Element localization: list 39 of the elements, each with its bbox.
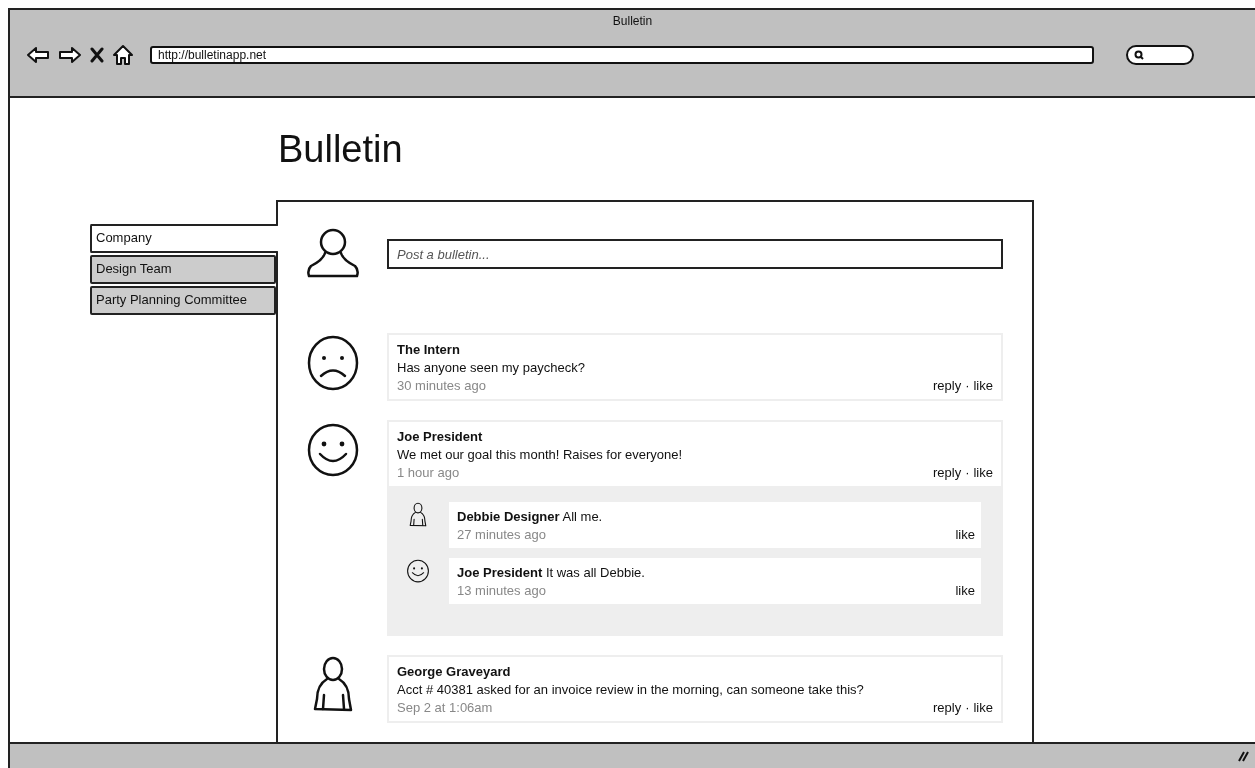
address-field[interactable]: http://bulletinapp.net <box>150 46 1094 64</box>
timestamp: 1 hour ago <box>397 464 460 482</box>
author-name: The Intern <box>397 341 461 359</box>
post-field[interactable]: Post a bulletin... <box>387 239 1003 269</box>
post-text: Acct # 40381 asked for an invoice review in the morning, can someone take this? <box>397 681 865 699</box>
separator: · <box>965 377 970 395</box>
reply-link[interactable]: reply <box>932 377 962 395</box>
like-link[interactable]: like <box>973 699 993 717</box>
back-arrow-icon[interactable] <box>26 45 50 65</box>
tab[interactable]: Party Planning Committee <box>90 286 276 315</box>
tab[interactable]: Design Team <box>90 255 276 284</box>
search-icon <box>1134 50 1144 60</box>
reply-text: Debbie Designer All me. <box>457 508 604 526</box>
reply-link[interactable]: reply <box>932 699 962 717</box>
timestamp: 27 minutes ago <box>457 526 546 544</box>
home-icon[interactable] <box>112 44 134 66</box>
smiley-face-icon <box>405 558 431 584</box>
post-text: We met our goal this month! Raises for everyone! <box>397 446 684 464</box>
author-name: Joe President <box>397 428 484 446</box>
like-link[interactable]: like <box>955 582 975 600</box>
close-icon[interactable] <box>90 47 104 63</box>
timestamp: Sep 2 at 1:06am <box>397 699 493 717</box>
timestamp: 13 minutes ago <box>457 582 546 600</box>
separator: · <box>965 699 970 717</box>
separator: · <box>965 464 970 482</box>
reply-text: Joe President It was all Debbie. <box>457 564 646 582</box>
resize-grip-icon[interactable] <box>1237 750 1249 762</box>
reply-link[interactable]: reply <box>932 464 962 482</box>
timestamp: 30 minutes ago <box>397 377 486 395</box>
search-field[interactable] <box>1126 45 1194 65</box>
post-text: Has anyone seen my paycheck? <box>397 359 586 377</box>
forward-arrow-icon[interactable] <box>58 45 82 65</box>
tab[interactable]: Company <box>90 224 278 253</box>
author-name: George Graveyard <box>397 663 512 681</box>
window-title: Bulletin <box>612 13 653 30</box>
page-heading: Bulletin <box>278 128 403 172</box>
like-link[interactable]: like <box>955 526 975 544</box>
like-link[interactable]: like <box>973 377 993 395</box>
like-link[interactable]: like <box>973 464 993 482</box>
